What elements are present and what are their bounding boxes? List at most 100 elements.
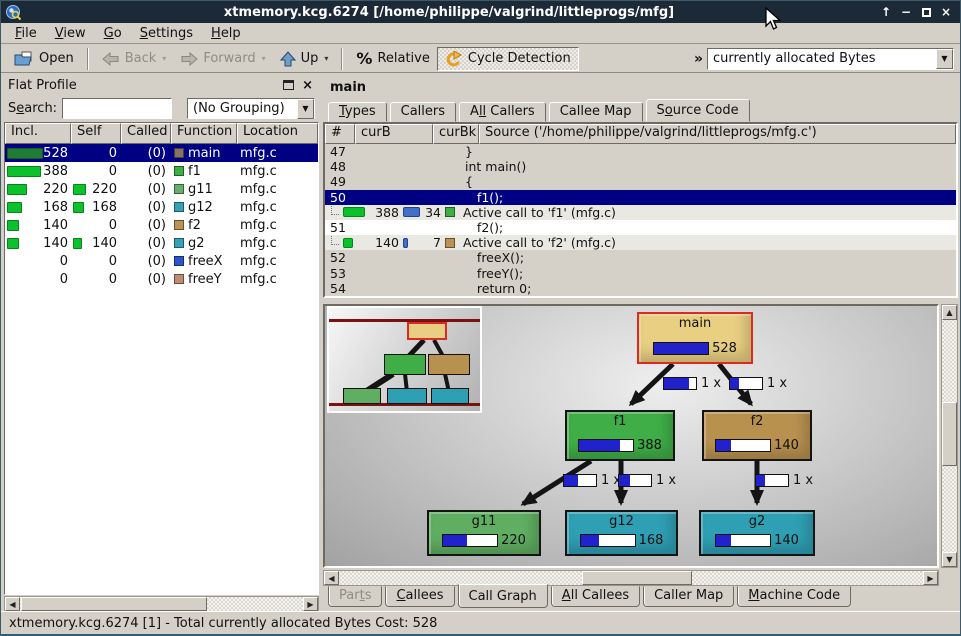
menu-help[interactable]: Help	[203, 25, 249, 42]
up-dropdown-icon[interactable]: ▾	[324, 54, 328, 63]
table-row-f2[interactable]: 140 0 (0) f2 mfg.c	[5, 216, 318, 234]
minimize-button[interactable]: −	[896, 3, 916, 21]
source-line[interactable]: 52 freeX();	[325, 250, 956, 265]
tab-all-callees[interactable]: All Callees	[551, 586, 640, 607]
tab-callers[interactable]: Callers	[390, 102, 456, 122]
up-button[interactable]: Up▾	[273, 47, 336, 71]
tab-callees[interactable]: Callees	[385, 586, 454, 607]
scroll-right-icon[interactable]: ▶	[923, 571, 938, 585]
menu-settings[interactable]: Settings	[132, 25, 201, 42]
graph-vertical-scrollbar[interactable]: ▲ ▼	[941, 304, 958, 568]
scrollbar-thumb[interactable]	[582, 571, 692, 585]
cycle-detection-button[interactable]: Cycle Detection	[437, 47, 579, 71]
tab-machine-code[interactable]: Machine Code	[737, 586, 851, 607]
column-header-curBk[interactable]: curBk	[433, 124, 479, 144]
dock-horizontal-scrollbar[interactable]: ◀ ▶	[4, 596, 319, 612]
scrollbar-thumb[interactable]	[21, 597, 207, 611]
table-row-main[interactable]: 528 0 (0) main mfg.c	[5, 144, 318, 162]
top-tab-bar: Types Callers All Callers Callee Map Sou…	[328, 100, 750, 122]
column-header-line[interactable]: #	[325, 124, 355, 144]
cycle-arrow-icon	[445, 51, 463, 67]
back-button[interactable]: Back▾	[95, 47, 174, 71]
grouping-combobox[interactable]: (No Grouping) ▼	[187, 98, 315, 119]
table-row-freeX[interactable]: 0 0 (0) freeX mfg.c	[5, 252, 318, 270]
minimap-node-f2	[428, 354, 470, 375]
column-header-source[interactable]: Source ('/home/philippe/valgrind/littlep…	[479, 124, 956, 144]
table-row-f1[interactable]: 388 0 (0) f1 mfg.c	[5, 162, 318, 180]
open-button[interactable]: Open	[7, 47, 81, 71]
graph-node-g12[interactable]: g12 168	[565, 510, 678, 556]
source-call-row-f2[interactable]: 140 7 Active call to 'f2' (mfg.c)	[325, 235, 956, 250]
table-row-g11[interactable]: 220 220 (0) g11 mfg.c	[5, 180, 318, 198]
menu-go[interactable]: Go	[96, 25, 130, 42]
function-icon	[174, 220, 184, 230]
source-line[interactable]: 54 return 0;	[325, 281, 956, 296]
graph-horizontal-scrollbar[interactable]: ◀ ▶	[323, 570, 939, 586]
source-line[interactable]: 49{	[325, 174, 956, 189]
graph-node-g2[interactable]: g2 140	[699, 510, 815, 556]
graph-overview-minimap[interactable]	[327, 306, 482, 413]
tab-caller-map[interactable]: Caller Map	[643, 586, 734, 607]
curBk-bar	[403, 238, 408, 248]
shade-button[interactable]: ↑	[876, 3, 896, 21]
forward-button[interactable]: Forward▾	[173, 47, 272, 71]
minimap-node-g2	[431, 388, 469, 404]
scroll-right-icon[interactable]: ▶	[303, 597, 318, 611]
tree-branch-icon	[331, 236, 339, 245]
graph-node-f1[interactable]: f1 388	[565, 410, 675, 461]
toolbar-overflow-chevron[interactable]: »	[690, 51, 707, 67]
scrollbar-thumb[interactable]	[942, 402, 957, 466]
forward-dropdown-icon[interactable]: ▾	[262, 54, 266, 63]
dock-float-icon[interactable]	[283, 80, 294, 90]
combobox-arrow-icon[interactable]: ▼	[297, 99, 314, 119]
tab-callee-map[interactable]: Callee Map	[549, 102, 643, 122]
self-bar	[73, 184, 86, 195]
combobox-arrow-icon[interactable]: ▼	[936, 49, 953, 69]
column-header-curB[interactable]: curB	[355, 124, 433, 144]
tab-call-graph[interactable]: Call Graph	[458, 584, 548, 608]
column-header-called[interactable]: Called	[121, 123, 171, 144]
graph-node-g11[interactable]: g11 220	[427, 510, 541, 556]
back-dropdown-icon[interactable]: ▾	[162, 54, 166, 63]
dock-title: Flat Profile	[8, 78, 283, 93]
call-graph-panel: main 528 f1 388 f2 140 g11 220 g12 168 g…	[323, 304, 958, 585]
relative-button[interactable]: % Relative	[349, 47, 436, 71]
tab-types[interactable]: Types	[328, 102, 387, 122]
menu-file[interactable]: File	[7, 25, 45, 42]
maximize-button[interactable]	[916, 3, 936, 21]
tab-parts[interactable]: Parts	[328, 586, 382, 607]
search-input[interactable]	[62, 98, 172, 119]
table-row-g12[interactable]: 168 168 (0) g12 mfg.c	[5, 198, 318, 216]
percent-icon: %	[356, 49, 372, 68]
source-line-selected[interactable]: 50 f1();	[325, 190, 956, 205]
tab-all-callers[interactable]: All Callers	[459, 102, 546, 122]
column-header-self[interactable]: Self	[71, 123, 121, 144]
source-line[interactable]: 47}	[325, 144, 956, 159]
source-line[interactable]: 51 f2();	[325, 220, 956, 235]
scroll-left-icon[interactable]: ◀	[324, 571, 339, 585]
column-header-function[interactable]: Function	[171, 123, 237, 144]
scroll-down-icon[interactable]: ▼	[942, 552, 957, 567]
source-call-row-f1[interactable]: 388 34 Active call to 'f1' (mfg.c)	[325, 205, 956, 220]
menu-view[interactable]: View	[47, 25, 94, 42]
table-row-freeY[interactable]: 0 0 (0) freeY mfg.c	[5, 270, 318, 288]
graph-node-main[interactable]: main 528	[637, 312, 753, 364]
close-button[interactable]: ×	[936, 3, 956, 21]
call-graph-canvas[interactable]: main 528 f1 388 f2 140 g11 220 g12 168 g…	[323, 304, 939, 568]
scroll-up-icon[interactable]: ▲	[942, 305, 957, 320]
table-row-g2[interactable]: 140 140 (0) g2 mfg.c	[5, 234, 318, 252]
column-header-incl[interactable]: Incl.	[5, 123, 71, 144]
column-header-location[interactable]: Location	[237, 123, 318, 144]
minimap-node-f1	[384, 354, 426, 375]
source-line[interactable]: 53 freeY();	[325, 266, 956, 281]
tab-source-code[interactable]: Source Code	[646, 99, 750, 122]
function-title: main	[330, 80, 366, 95]
function-icon	[445, 207, 455, 217]
source-line[interactable]: 48int main()	[325, 159, 956, 174]
event-type-combobox[interactable]: currently allocated Bytes ▼	[707, 48, 954, 70]
dock-close-icon[interactable]: ×	[302, 78, 313, 93]
kcachegrind-window: xtmemory.kcg.6274 [/home/philippe/valgri…	[0, 0, 961, 636]
menu-bar: File View Go Settings Help	[1, 23, 960, 44]
graph-node-f2[interactable]: f2 140	[702, 410, 812, 461]
scroll-left-icon[interactable]: ◀	[5, 597, 20, 611]
